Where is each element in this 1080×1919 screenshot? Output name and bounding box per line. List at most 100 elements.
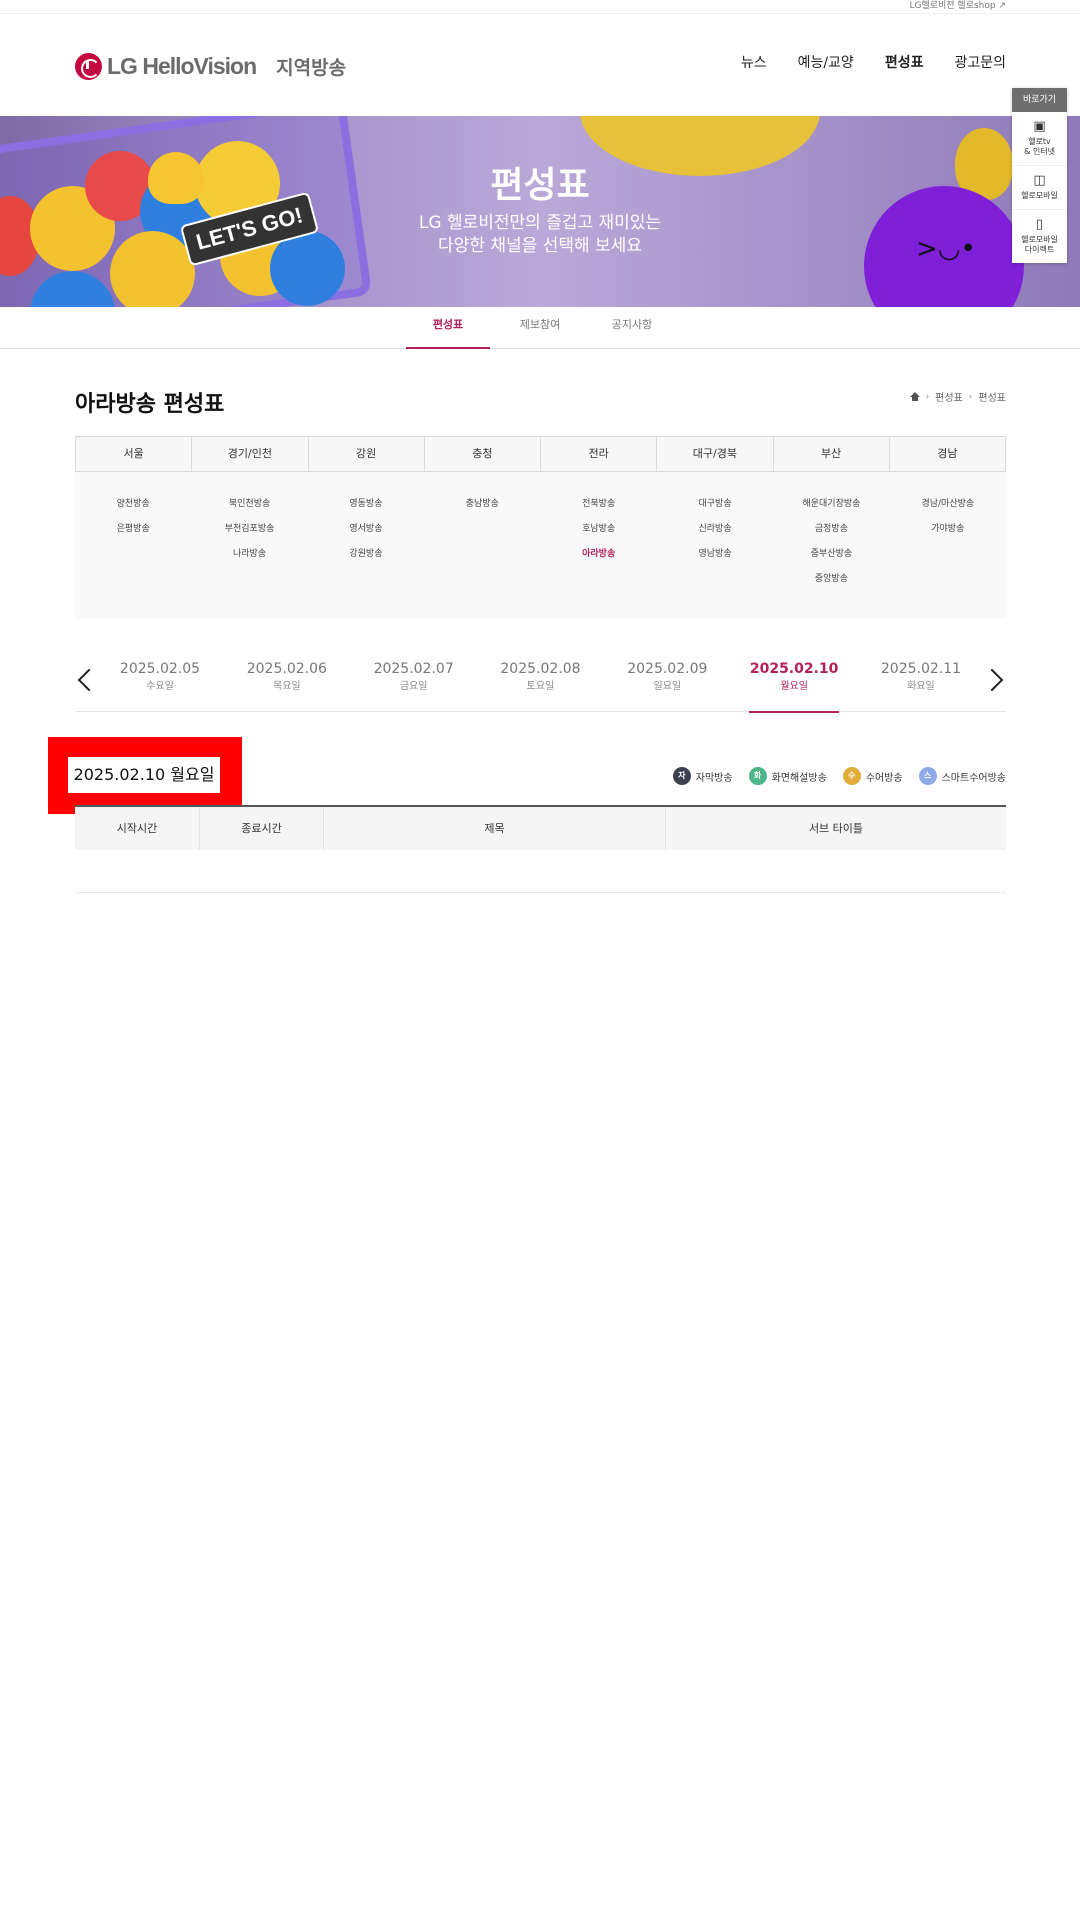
column-header-title: 제목 <box>324 807 666 850</box>
selected-date-highlight: 2025.02.10 월요일 <box>48 737 242 814</box>
nav-news[interactable]: 뉴스 <box>741 53 767 73</box>
region-tab-seoul[interactable]: 서울 <box>76 437 193 471</box>
table-header: 시작시간 종료시간 제목 서브 타이틀 <box>75 807 1006 850</box>
quick-menu-title: 바로가기 <box>1012 88 1067 112</box>
weekday-text: 금요일 <box>399 681 428 692</box>
nav-advertising[interactable]: 광고문의 <box>954 53 1006 73</box>
legend-label: 화면해설방송 <box>771 772 827 784</box>
lg-logo-icon <box>75 52 102 80</box>
quick-item-label: 헬로모바일 <box>1021 191 1058 200</box>
caption-icon: 자 <box>672 767 691 785</box>
region-tab-gangwon[interactable]: 강원 <box>309 437 425 471</box>
channel-link[interactable]: 해운대기장방송 <box>773 492 889 517</box>
column-header-start: 시작시간 <box>75 807 200 850</box>
weekday-text: 화요일 <box>907 681 935 692</box>
channel-link[interactable]: 중부산방송 <box>773 542 889 567</box>
quick-item-hellomobile-direct[interactable]: ▯ 헬로모바일 다이렉트 <box>1012 210 1067 263</box>
logo-subtitle: 지역방송 <box>276 56 347 79</box>
chevron-right-icon: › <box>925 391 930 402</box>
region-tab-gyeongnam[interactable]: 경남 <box>890 437 1005 471</box>
date-item-active[interactable]: 2025.02.10 월요일 <box>739 656 849 713</box>
selected-date-label: 2025.02.10 월요일 <box>68 757 220 793</box>
logo[interactable]: LG HelloVision 지역방송 <box>75 51 346 81</box>
channel-link[interactable]: 은평방송 <box>75 517 191 542</box>
chevron-right-icon: › <box>968 391 973 402</box>
home-icon[interactable] <box>909 391 920 402</box>
channel-link[interactable]: 경남/마산방송 <box>890 492 1006 517</box>
date-item[interactable]: 2025.02.06 목요일 <box>232 656 342 712</box>
channel-link[interactable]: 강원방송 <box>308 542 424 567</box>
region-tab-gyeonggi[interactable]: 경기/인천 <box>192 437 309 471</box>
date-item[interactable]: 2025.02.08 토요일 <box>485 656 595 712</box>
weekday-text: 목요일 <box>273 681 301 692</box>
utility-bar: LG헬로비전 헬로shop ↗ <box>0 0 1080 14</box>
breadcrumb-item[interactable]: 편성표 <box>935 389 963 404</box>
date-item[interactable]: 2025.02.07 금요일 <box>359 656 469 712</box>
nav-entertainment[interactable]: 예능/교양 <box>798 53 854 73</box>
channel-link[interactable]: 신라방송 <box>657 517 773 542</box>
channel-link[interactable]: 금정방송 <box>773 517 889 542</box>
quick-item-hellomobile[interactable]: ◫ 헬로모바일 <box>1012 166 1067 210</box>
hero-banner: LET'S GO! >◡• 편성표 LG 헬로비전만의 즐겁고 재미있는 다양한… <box>0 116 1080 307</box>
tab-schedule[interactable]: 편성표 <box>402 307 494 349</box>
region-column: 북인천방송 부천김포방송 나라방송 <box>191 492 307 618</box>
smart-sign-language-icon: 스 <box>918 767 937 785</box>
channel-link[interactable]: 중앙방송 <box>773 567 889 592</box>
breadcrumb: › 편성표 › 편성표 <box>909 389 1006 404</box>
channel-link[interactable]: 전북방송 <box>541 492 657 517</box>
region-column: 영동방송 영서방송 강원방송 <box>308 492 424 618</box>
header: LG HelloVision 지역방송 뉴스 예능/교양 편성표 광고문의 <box>0 14 1080 116</box>
sign-language-icon: 수 <box>842 767 861 785</box>
channel-link[interactable]: 양천방송 <box>75 492 191 517</box>
region-tab-chungcheong[interactable]: 충청 <box>425 437 541 471</box>
region-tabs: 서울 경기/인천 강원 충청 전라 대구/경북 부산 경남 <box>75 436 1006 472</box>
region-tab-daegu[interactable]: 대구/경북 <box>657 437 774 471</box>
quick-item-hellotv[interactable]: ▣ 헬로tv & 인터넷 <box>1012 112 1067 166</box>
tab-notice[interactable]: 공지사항 <box>586 307 678 348</box>
channel-link[interactable]: 대구방송 <box>657 492 773 517</box>
region-column: 양천방송 은평방송 <box>75 492 191 618</box>
column-header-subtitle: 서브 타이틀 <box>808 822 864 835</box>
channel-link[interactable]: 영서방송 <box>308 517 424 542</box>
date-text: 2025.02.08 <box>500 661 581 677</box>
legend-item: 수 수어방송 <box>842 767 903 785</box>
quick-menu: 바로가기 ▣ 헬로tv & 인터넷 ◫ 헬로모바일 ▯ 헬로모바일 다이렉트 <box>1012 88 1067 263</box>
tab-report[interactable]: 제보참여 <box>494 307 586 348</box>
date-item[interactable]: 2025.02.05 수요일 <box>105 656 215 712</box>
channel-link[interactable]: 영동방송 <box>308 492 424 517</box>
region-tab-jeolla[interactable]: 전라 <box>541 437 658 471</box>
nav-schedule[interactable]: 편성표 <box>885 53 924 73</box>
breadcrumb-item: 편성표 <box>978 393 1006 404</box>
mobile-direct-icon: ▯ <box>1035 217 1044 232</box>
quick-item-label: 다이렉트 <box>1024 245 1055 254</box>
channel-link[interactable]: 가야방송 <box>890 517 1006 542</box>
date-text: 2025.02.09 <box>627 661 708 677</box>
date-text: 2025.02.05 <box>119 661 201 677</box>
channel-link[interactable]: 나라방송 <box>191 542 307 567</box>
shop-link[interactable]: LG헬로비전 헬로shop ↗ <box>909 0 1006 12</box>
region-column: 충남방송 <box>424 492 540 618</box>
date-navigator: 2025.02.05 수요일 2025.02.06 목요일 2025.02.07… <box>75 656 1006 713</box>
shopping-bag-icon: ◫ <box>1033 173 1046 188</box>
legend-item: 자 자막방송 <box>672 767 733 785</box>
channel-link-active[interactable]: 아라방송 <box>541 542 657 567</box>
channel-list: 양천방송 은평방송 북인천방송 부천김포방송 나라방송 영동방송 영서방송 강원… <box>75 472 1006 618</box>
page-title: 아라방송 편성표 <box>75 392 225 417</box>
date-item[interactable]: 2025.02.11 화요일 <box>866 656 976 712</box>
date-item[interactable]: 2025.02.09 일요일 <box>612 656 722 712</box>
chevron-right-icon[interactable] <box>986 668 1006 692</box>
channel-link[interactable]: 부천김포방송 <box>191 517 307 542</box>
region-tab-busan[interactable]: 부산 <box>774 437 890 471</box>
date-list: 2025.02.05 수요일 2025.02.06 목요일 2025.02.07… <box>105 656 976 713</box>
chevron-left-icon[interactable] <box>75 668 95 692</box>
channel-link[interactable]: 북인천방송 <box>191 492 307 517</box>
channel-link[interactable]: 충남방송 <box>424 492 540 517</box>
tv-internet-icon: ▣ <box>1033 119 1046 134</box>
date-text: 2025.02.07 <box>373 661 454 677</box>
channel-link[interactable]: 호남방송 <box>541 517 657 542</box>
broadcast-legend: 자 자막방송 화 화면해설방송 수 수어방송 스 스마트수어방송 <box>672 767 1006 785</box>
banner-desc-line: 다양한 채널을 선택해 보세요 <box>438 236 642 256</box>
region-column: 경남/마산방송 가야방송 <box>890 492 1006 618</box>
channel-link[interactable]: 영남방송 <box>657 542 773 567</box>
weekday-text: 일요일 <box>653 681 682 692</box>
